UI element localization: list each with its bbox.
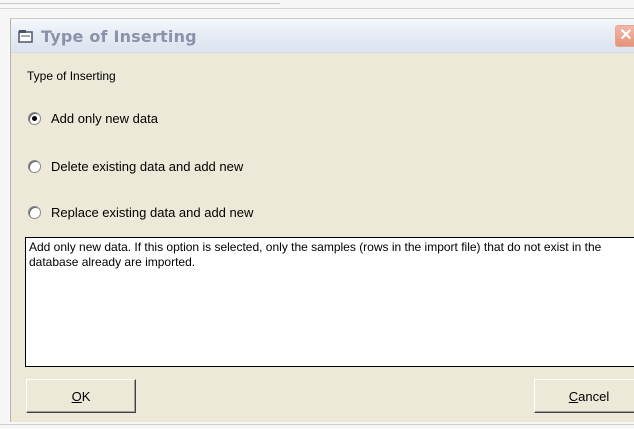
radio-option-delete-and-add[interactable]: Delete existing data and add new [28,157,243,175]
radio-button-checked[interactable] [28,111,41,125]
description-textbox[interactable]: Add only new data. If this option is sel… [25,237,634,367]
window-icon [18,30,33,43]
close-button[interactable]: ✕ [615,25,634,47]
type-of-inserting-dialog: Type of Inserting ✕ Type of Inserting Ad… [10,18,634,422]
group-label: Type of Inserting [27,69,116,83]
radio-option-replace-and-add[interactable]: Replace existing data and add new [28,203,253,221]
cancel-mnemonic: C [568,388,579,404]
close-icon: ✕ [619,27,633,44]
radio-option-label: Add only new data [51,110,158,126]
radio-option-label: Delete existing data and add new [51,158,244,174]
background-window-edge [0,3,280,4]
radio-option-label: Replace existing data and add new [51,204,254,220]
cancel-button[interactable]: Cancel [534,379,634,413]
radio-button[interactable] [28,159,41,173]
ok-mnemonic: O [71,388,82,404]
cancel-label: ancel [578,388,610,404]
ok-label: K [81,388,91,404]
radio-button[interactable] [28,205,41,219]
background-window-edge [0,424,634,425]
ok-button[interactable]: OK [26,379,136,413]
screen: Type of Inserting ✕ Type of Inserting Ad… [0,0,634,429]
dialog-title: Type of Inserting [41,27,197,46]
radio-option-add-only-new[interactable]: Add only new data [28,109,158,127]
background-window-edge [0,8,634,9]
title-bar[interactable]: Type of Inserting ✕ [11,19,634,53]
